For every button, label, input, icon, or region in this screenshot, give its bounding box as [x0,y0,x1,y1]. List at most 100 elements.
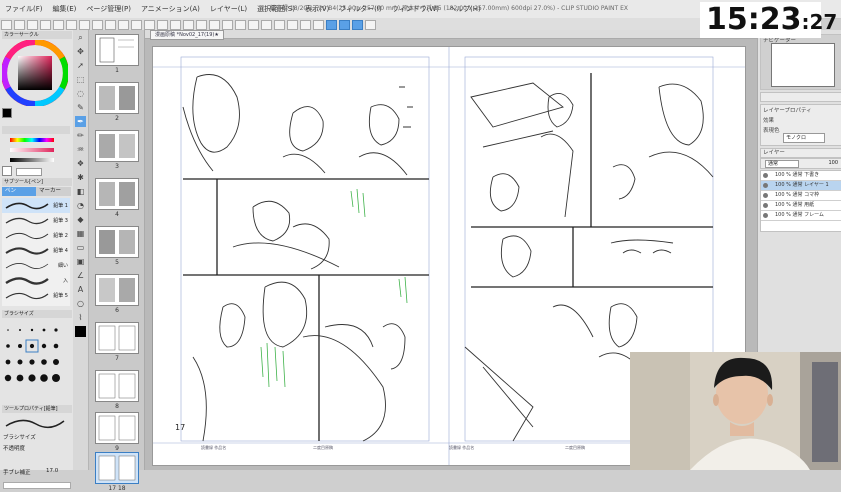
lock-icon[interactable] [287,20,298,30]
page-thumb[interactable]: 6 [95,274,139,314]
airbrush-tool-icon[interactable]: ❖ [75,158,86,169]
eyedropper-tool-icon[interactable]: ✎ [75,102,86,113]
brush-item[interactable]: 鉛筆 2 [2,228,70,243]
canvas-tab[interactable]: 漫画原稿 *Nov02_17(19)★ [150,30,224,40]
stamp-icon[interactable] [300,20,311,30]
ruler-icon[interactable] [105,20,116,30]
color-wheel[interactable] [2,40,68,106]
page-thumb-active[interactable]: 17 18 [95,452,139,492]
zoom-icon[interactable] [144,20,155,30]
navigator-controls[interactable] [760,92,841,102]
brush-size-grid[interactable] [2,322,70,402]
text-tool-icon[interactable]: A [75,284,86,295]
pen-tool-icon[interactable]: ✒ [75,116,86,127]
brush-tool-icon[interactable]: ♒ [75,144,86,155]
undo-icon[interactable] [40,20,51,30]
eye-icon[interactable] [763,213,768,218]
page-thumb[interactable]: 7 [95,322,139,362]
menu-file[interactable]: ファイル(F) [0,0,48,18]
pencil-tool-icon[interactable]: ✏ [75,130,86,141]
brush-item[interactable]: 鉛筆 1 [2,198,70,213]
navigator-preview[interactable] [771,43,835,87]
page-thumb[interactable]: 3 [95,130,139,170]
tab-pen[interactable]: ペン [2,187,37,196]
sub-color-swatch[interactable] [2,166,12,176]
perspective-icon[interactable] [365,20,376,30]
eye-icon[interactable] [763,173,768,178]
new-icon[interactable] [1,20,12,30]
zoom-tool-icon[interactable]: ⌕ [75,32,86,43]
fill-tool-icon[interactable]: ◆ [75,214,86,225]
snap-icon[interactable] [118,20,129,30]
move-tool-icon[interactable]: ✥ [75,46,86,57]
frame-icon[interactable] [235,20,246,30]
stabilize-slider[interactable] [3,482,71,489]
decoration-tool-icon[interactable]: ✱ [75,172,86,183]
fill-icon[interactable] [92,20,103,30]
brush-item[interactable]: 鉛筆 3 [2,213,70,228]
main-color-icon[interactable] [75,326,86,337]
blend-tool-icon[interactable]: ◔ [75,200,86,211]
menu-layer[interactable]: レイヤー(L) [205,0,252,18]
balloon-icon[interactable] [261,20,272,30]
page-thumb[interactable]: 9 [95,412,139,452]
transform-icon[interactable] [79,20,90,30]
snap-special-icon[interactable] [339,20,350,30]
balloon-tool-icon[interactable]: ○ [75,298,86,309]
hue-slider[interactable] [10,138,54,142]
bucket-icon[interactable] [313,20,324,30]
settings-icon[interactable] [131,20,142,30]
snap-grid-icon[interactable] [352,20,363,30]
expression-color-select[interactable]: モノクロ [783,133,825,143]
hand-icon[interactable] [157,20,168,30]
brush-item[interactable]: 細い [2,258,70,273]
layer-row[interactable]: 100 % 通常 下書き [761,171,841,181]
snap-ruler-icon[interactable] [326,20,337,30]
flip-icon[interactable] [183,20,194,30]
menu-edit[interactable]: 編集(E) [48,0,82,18]
menu-page[interactable]: ページ管理(P) [81,0,136,18]
brush-item[interactable]: 鉛筆 4 [2,243,70,258]
page-thumb[interactable]: 1 [95,34,139,74]
opacity-value[interactable]: 100 [828,160,838,166]
brightness-slider[interactable] [10,158,54,162]
layer-row[interactable]: 100 % 通常 コマ枠 [761,191,841,201]
page-thumb[interactable]: 5 [95,226,139,266]
gradient-tool-icon[interactable]: ▦ [75,228,86,239]
tab-marker[interactable]: マーカー [36,187,71,196]
clear-icon[interactable] [66,20,77,30]
brush-item[interactable]: 鉛筆 5 [2,288,70,303]
layer-row[interactable]: 100 % 通常 用紙 [761,201,841,211]
page-thumb[interactable]: 4 [95,178,139,218]
saturation-slider[interactable] [10,148,54,152]
brush-item[interactable]: 入 [2,273,70,288]
stabilize-value[interactable]: 17.0 [46,468,58,474]
grid-icon[interactable] [196,20,207,30]
text-icon[interactable] [248,20,259,30]
transparent-swatch[interactable] [16,168,42,176]
select-tool-icon[interactable]: ⬚ [75,74,86,85]
blend-mode-select[interactable]: 通常 [765,160,799,168]
ruler-tool-icon[interactable]: ∠ [75,270,86,281]
lasso-tool-icon[interactable]: ◌ [75,88,86,99]
layer-row[interactable]: 100 % 通常 フレーム [761,211,841,221]
menu-animation[interactable]: アニメーション(A) [136,0,205,18]
rotate-icon[interactable] [170,20,181,30]
frame-tool-icon[interactable]: ▣ [75,256,86,267]
eraser-tool-icon[interactable]: ◧ [75,186,86,197]
redo-icon[interactable] [53,20,64,30]
correct-line-tool-icon[interactable]: ⌇ [75,312,86,323]
eye-icon[interactable] [763,203,768,208]
operation-tool-icon[interactable]: ➚ [75,60,86,71]
figure-tool-icon[interactable]: ▭ [75,242,86,253]
eye-icon[interactable] [274,20,285,30]
layer-row-selected[interactable]: 100 % 通常 レイヤー 1 [761,181,841,191]
guide-icon[interactable] [209,20,220,30]
layer-icon[interactable] [222,20,233,30]
page-thumb[interactable]: 8 [95,370,139,410]
open-icon[interactable] [14,20,25,30]
save-icon[interactable] [27,20,38,30]
page-thumb[interactable]: 2 [95,82,139,122]
main-color-swatch[interactable] [2,108,12,118]
eye-icon[interactable] [763,193,768,198]
